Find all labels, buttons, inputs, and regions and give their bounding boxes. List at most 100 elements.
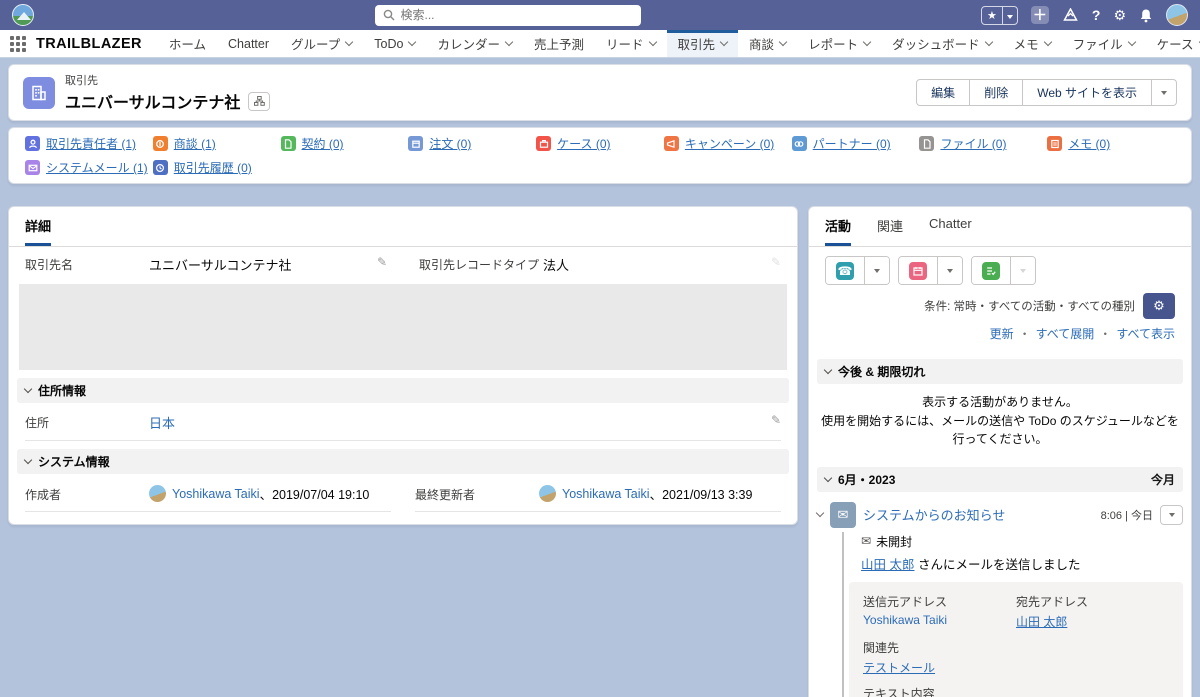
nav-tab-leads[interactable]: リード — [595, 30, 667, 57]
no-activities-message: 表示する活動がありません。 使用を開始するには、メールの送信や ToDo のスケ… — [821, 395, 1179, 447]
header-actions: ★ ＋ ? ⚙ — [981, 4, 1188, 26]
activity-action-links: 更新・ すべて展開・ すべて表示 — [989, 325, 1175, 342]
modified-by-link[interactable]: Yoshikawa Taiki — [562, 487, 650, 501]
email-actions-dropdown[interactable] — [1160, 504, 1183, 525]
related-link-contracts[interactable]: 契約 (0) — [280, 135, 409, 152]
nav-tab-home[interactable]: ホーム — [158, 30, 217, 57]
nav-tab-accounts[interactable]: 取引先 — [666, 30, 739, 57]
search-input[interactable] — [400, 8, 633, 22]
trailhead-help-icon[interactable] — [1062, 8, 1079, 22]
object-label: 取引先 — [65, 75, 98, 87]
setup-gear-icon[interactable]: ⚙ — [1113, 8, 1126, 22]
nav-tab-todo[interactable]: ToDo — [363, 30, 426, 57]
address-link[interactable]: 日本 — [149, 416, 175, 431]
related-link-system-mail[interactable]: システムメール (1) — [25, 159, 153, 176]
field-modified-by: 最終更新者 Yoshikawa Taiki 、2021/09/13 3:39 — [415, 474, 781, 512]
new-event-button[interactable] — [899, 257, 937, 284]
from-address-link[interactable]: Yoshikawa Taiki — [863, 613, 947, 627]
record-header-card: 取引先 ユニバーサルコンテナ社 編集 削除 Web サイトを表示 — [8, 64, 1192, 121]
global-search[interactable] — [374, 4, 641, 26]
created-by-link[interactable]: Yoshikawa Taiki — [172, 487, 260, 501]
new-task-button[interactable] — [972, 257, 1010, 284]
nav-tab-reports[interactable]: レポート — [797, 30, 881, 57]
chevron-down-icon — [984, 37, 993, 47]
related-link-account-history[interactable]: 取引先履歴 (0) — [152, 159, 281, 176]
chevron-down-icon — [648, 37, 657, 47]
contract-icon — [280, 136, 296, 151]
activity-filter-gear-button[interactable]: ⚙ — [1143, 293, 1175, 319]
view-all-link[interactable]: すべて表示 — [1116, 325, 1175, 342]
activity-filter-summary: 条件: 常時・すべての活動・すべての種別 — [924, 301, 1135, 313]
field-address: 住所 日本 ✎ — [25, 403, 781, 441]
refresh-link[interactable]: 更新 — [990, 325, 1014, 342]
history-clock-icon — [152, 160, 168, 175]
field-label: 作成者 — [25, 487, 62, 502]
edit-pencil-icon[interactable]: ✎ — [771, 413, 781, 427]
tab-activity[interactable]: 活動 — [825, 216, 852, 246]
chevron-down-icon — [719, 37, 729, 47]
log-call-dropdown[interactable] — [864, 257, 889, 284]
tab-details[interactable]: 詳細 — [25, 216, 52, 246]
chevron-down-icon — [23, 384, 33, 394]
account-hierarchy-button[interactable] — [248, 91, 271, 111]
view-website-button[interactable]: Web サイトを表示 — [1023, 79, 1152, 106]
email-envelope-icon: ✉ — [830, 501, 856, 528]
related-link-notes[interactable]: メモ (0) — [1047, 135, 1175, 152]
section-system-info[interactable]: システム情報 — [17, 449, 789, 474]
related-to-link[interactable]: テストメール — [863, 661, 935, 675]
related-link-partners[interactable]: パートナー (0) — [791, 135, 920, 152]
field-value: 法人 — [543, 258, 570, 273]
app-launcher-icon[interactable] — [10, 35, 26, 52]
more-actions-button[interactable] — [1152, 79, 1177, 106]
related-link-orders[interactable]: 注文 (0) — [408, 135, 536, 152]
related-link-opportunities[interactable]: 商談 (1) — [152, 135, 281, 152]
expand-all-link[interactable]: すべて展開 — [1036, 325, 1095, 342]
created-date: 、2019/07/04 19:10 — [259, 488, 370, 502]
order-icon — [408, 136, 424, 151]
favorites-button[interactable]: ★ — [981, 5, 1018, 25]
task-icon — [982, 261, 1000, 280]
chevron-down-icon — [408, 37, 417, 47]
help-icon[interactable]: ? — [1092, 8, 1101, 22]
nav-tab-calendar[interactable]: カレンダー — [426, 30, 523, 57]
tab-chatter[interactable]: Chatter — [929, 216, 972, 246]
email-status: ✉ 未開封 — [861, 534, 913, 549]
related-link-files[interactable]: ファイル (0) — [919, 135, 1047, 152]
new-event-dropdown[interactable] — [937, 257, 962, 284]
email-icon — [25, 160, 40, 175]
email-to: 宛先アドレス 山田 太郎 — [1016, 594, 1089, 629]
avatar — [149, 485, 166, 502]
log-call-button[interactable]: ☎ — [826, 257, 864, 284]
nav-tab-notes[interactable]: メモ — [1003, 30, 1062, 57]
related-link-campaigns[interactable]: キャンペーン (0) — [663, 135, 792, 152]
edit-button[interactable]: 編集 — [916, 79, 971, 106]
nav-tab-dashboards[interactable]: ダッシュボード — [881, 30, 1003, 57]
user-avatar[interactable] — [1166, 4, 1188, 26]
email-related-to: 関連先 テストメール — [863, 640, 936, 675]
nav-tab-files[interactable]: ファイル — [1062, 30, 1146, 57]
item-chevron-icon[interactable] — [815, 509, 825, 518]
email-subject-link[interactable]: システムからのお知らせ — [863, 505, 1094, 524]
global-actions-icon[interactable]: ＋ — [1030, 6, 1049, 24]
tab-related[interactable]: 関連 — [877, 216, 903, 246]
nav-tab-cases[interactable]: ケース — [1146, 30, 1200, 57]
contact-icon — [25, 136, 40, 151]
star-icon: ★ — [987, 9, 997, 22]
section-address-info[interactable]: 住所情報 — [17, 378, 789, 403]
edit-pencil-icon[interactable]: ✎ — [377, 255, 387, 269]
nav-tab-groups[interactable]: グループ — [280, 30, 363, 57]
to-address-link[interactable]: 山田 太郎 — [1016, 615, 1067, 629]
related-link-cases[interactable]: ケース (0) — [536, 135, 664, 152]
notifications-bell-icon[interactable] — [1139, 8, 1153, 23]
delete-button[interactable]: 削除 — [970, 79, 1024, 106]
empty-field-area — [19, 284, 787, 370]
section-month[interactable]: 6月・2023 今月 — [817, 466, 1183, 492]
section-upcoming-overdue[interactable]: 今後 & 期限切れ — [817, 359, 1183, 384]
nav-tab-forecast[interactable]: 売上予測 — [523, 30, 595, 57]
field-label: 取引先名 — [25, 258, 74, 272]
favorites-chevron-icon[interactable] — [1003, 8, 1017, 22]
recipient-link[interactable]: 山田 太郎 — [861, 558, 914, 572]
related-link-contacts[interactable]: 取引先責任者 (1) — [25, 135, 153, 152]
nav-tab-chatter[interactable]: Chatter — [217, 30, 280, 57]
nav-tab-opportunities[interactable]: 商談 — [738, 30, 797, 57]
